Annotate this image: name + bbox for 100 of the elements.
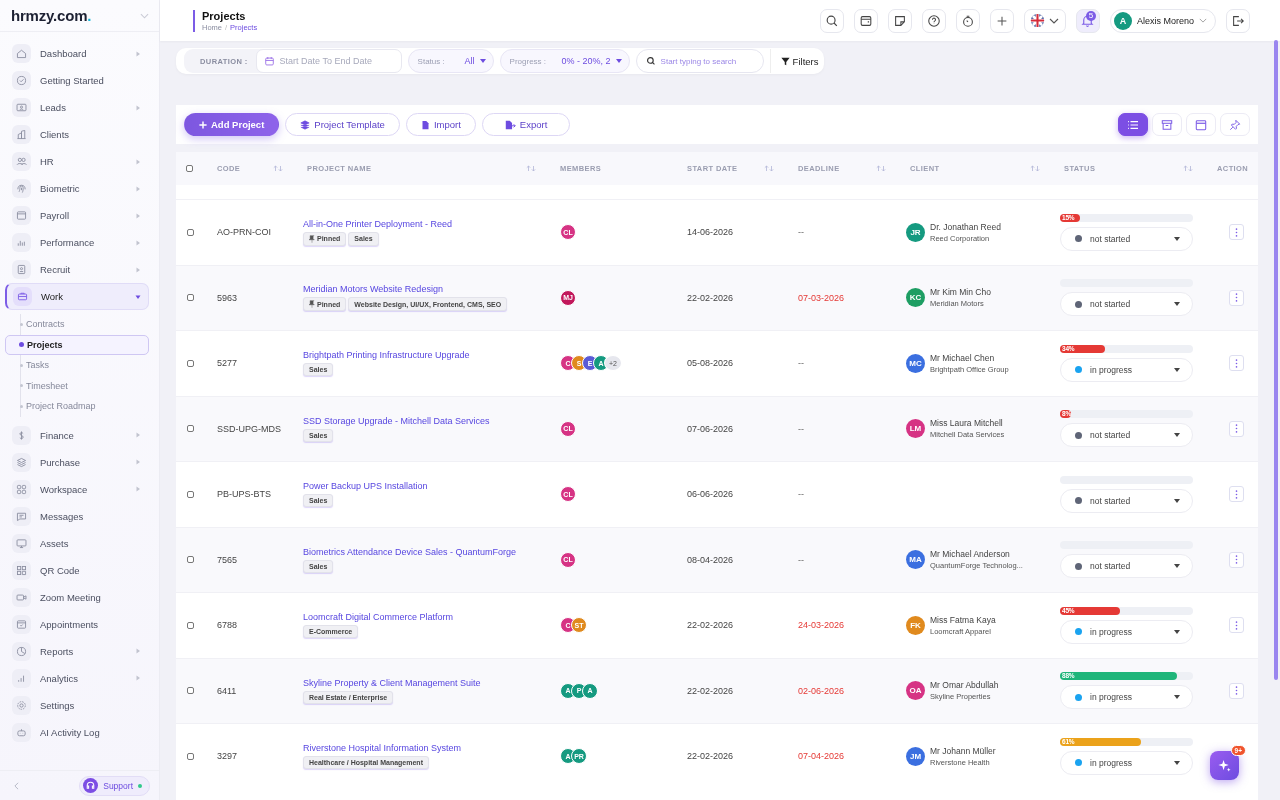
- badge-icon: [15, 263, 28, 276]
- search-button[interactable]: [819, 8, 844, 33]
- table-cell: AO-PRN-COI: [217, 227, 271, 238]
- more-vertical-icon: [1235, 424, 1238, 434]
- scrollbar[interactable]: [1274, 40, 1278, 680]
- checkbox[interactable]: [187, 425, 194, 433]
- search-field[interactable]: Start typing to search: [635, 49, 764, 73]
- table-cell: 5277: [217, 358, 238, 369]
- sidebar-item[interactable]: Dashboard: [5, 40, 149, 67]
- status-dropdown[interactable]: in progress: [1060, 750, 1193, 775]
- action-button[interactable]: Add Project: [184, 113, 280, 136]
- sidebar-item[interactable]: Performance: [5, 229, 149, 256]
- help-button[interactable]: [921, 8, 946, 33]
- filters-button[interactable]: Filters: [769, 49, 819, 73]
- file-export-icon: [504, 119, 516, 130]
- sidebar-item[interactable]: Zoom Meeting: [5, 583, 149, 611]
- project-link[interactable]: Riverstone Hospital Information System: [303, 743, 462, 754]
- sidebar-item[interactable]: Settings: [5, 691, 149, 719]
- sidebar-item[interactable]: Purchase: [5, 448, 149, 476]
- sidebar-item[interactable]: Work: [5, 283, 149, 310]
- timer-button[interactable]: [955, 8, 980, 33]
- calendar-button[interactable]: [853, 8, 878, 33]
- checkbox[interactable]: [187, 556, 194, 564]
- status-dropdown[interactable]: in progress: [1060, 357, 1193, 382]
- checkbox[interactable]: [186, 165, 193, 172]
- action-button[interactable]: Import: [405, 113, 476, 136]
- checkbox[interactable]: [187, 294, 194, 302]
- status-dropdown[interactable]: not started: [1060, 292, 1193, 317]
- chevron-down-icon: [1049, 17, 1060, 24]
- file-icon: [420, 119, 430, 130]
- more-vertical-icon: [1235, 227, 1238, 237]
- id-card-icon: [15, 101, 28, 114]
- support-button[interactable]: Support: [79, 775, 150, 796]
- sidebar-item[interactable]: Appointments: [5, 610, 149, 638]
- client-avatar: FK: [906, 615, 925, 635]
- project-link[interactable]: Biometrics Attendance Device Sales - QuantumForge: [303, 546, 517, 557]
- search-icon: [645, 56, 656, 66]
- submenu-item[interactable]: Projects: [5, 334, 149, 355]
- submenu-item[interactable]: Contracts: [5, 314, 149, 335]
- project-link[interactable]: Skyline Property & Client Management Suite: [303, 677, 481, 688]
- status-dropdown[interactable]: not started: [1060, 423, 1193, 448]
- sidebar-item[interactable]: AI Activity Log: [5, 718, 149, 746]
- status-dropdown[interactable]: not started: [1060, 226, 1193, 251]
- checkbox[interactable]: [187, 752, 194, 760]
- project-link[interactable]: Loomcraft Digital Commerce Platform: [303, 612, 454, 623]
- plus-icon: [199, 120, 207, 129]
- user-menu[interactable]: A Alexis Moreno: [1109, 8, 1216, 33]
- table-cell: 24-03-2026: [798, 620, 845, 631]
- checkbox[interactable]: [187, 621, 194, 629]
- sidebar-item[interactable]: Clients: [5, 121, 149, 148]
- caret-icon: [1174, 629, 1180, 634]
- table-cell: 07-04-2026: [798, 751, 845, 762]
- sidebar-item[interactable]: Leads: [5, 94, 149, 121]
- status-dropdown[interactable]: Status : All: [407, 49, 494, 73]
- sidebar-item[interactable]: QR Code: [5, 556, 149, 584]
- table-cell: PB-UPS-BTS: [217, 489, 271, 500]
- sidebar-item[interactable]: Analytics: [5, 664, 149, 692]
- project-link[interactable]: Power Backup UPS Installation: [303, 481, 428, 492]
- view-toggle[interactable]: [1118, 113, 1148, 136]
- pin-icon: [1229, 118, 1241, 131]
- sidebar-item[interactable]: Workspace: [5, 475, 149, 503]
- sidebar-item[interactable]: Messages: [5, 502, 149, 530]
- client-name: Miss Laura Mitchell: [930, 418, 1004, 429]
- sidebar-item[interactable]: HR: [5, 148, 149, 175]
- date-range-field[interactable]: Start Date To End Date: [255, 49, 402, 73]
- project-link[interactable]: Brightpath Printing Infrastructure Upgrade: [303, 350, 470, 361]
- project-link[interactable]: SSD Storage Upgrade - Mitchell Data Services: [303, 415, 490, 426]
- action-button[interactable]: Export: [481, 113, 571, 136]
- logout-button[interactable]: [1226, 8, 1250, 33]
- sidebar-item[interactable]: Assets: [5, 529, 149, 557]
- submenu-item[interactable]: Project Roadmap: [5, 396, 149, 417]
- sidebar-item[interactable]: Biometric: [5, 175, 149, 202]
- sidebar-item[interactable]: Recruit: [5, 256, 149, 283]
- checkbox[interactable]: [187, 490, 194, 498]
- status-dropdown[interactable]: not started: [1060, 554, 1193, 579]
- add-button[interactable]: [989, 8, 1014, 33]
- checkbox[interactable]: [187, 359, 194, 367]
- submenu-item[interactable]: Timesheet: [5, 375, 149, 396]
- note-button[interactable]: [887, 8, 912, 33]
- submenu-item[interactable]: Tasks: [5, 355, 149, 376]
- client-avatar: JM: [906, 746, 925, 766]
- status-dropdown[interactable]: in progress: [1060, 685, 1193, 710]
- checkbox[interactable]: [187, 228, 194, 236]
- check-circle-icon: [15, 74, 28, 87]
- progress-dropdown[interactable]: Progress : 0% - 20%, 2: [499, 49, 630, 73]
- funnel-icon: [780, 56, 790, 66]
- sidebar-item[interactable]: Finance: [5, 421, 149, 449]
- notifications-button[interactable]: 5: [1075, 8, 1100, 33]
- sidebar-item[interactable]: Payroll: [5, 202, 149, 229]
- action-button[interactable]: Project Template: [285, 113, 400, 136]
- status-dropdown[interactable]: not started: [1060, 488, 1193, 513]
- language-select[interactable]: [1023, 8, 1066, 33]
- sidebar-item[interactable]: Getting Started: [5, 67, 149, 94]
- status-dropdown[interactable]: in progress: [1060, 619, 1193, 644]
- project-link[interactable]: All-in-One Printer Deployment - Reed: [303, 218, 453, 229]
- sidebar-item[interactable]: Reports: [5, 637, 149, 665]
- project-link[interactable]: Meridian Motors Website Redesign: [303, 284, 443, 295]
- fingerprint-icon: [15, 182, 28, 195]
- checkbox[interactable]: [187, 687, 194, 695]
- assistant-button[interactable]: [1210, 751, 1239, 780]
